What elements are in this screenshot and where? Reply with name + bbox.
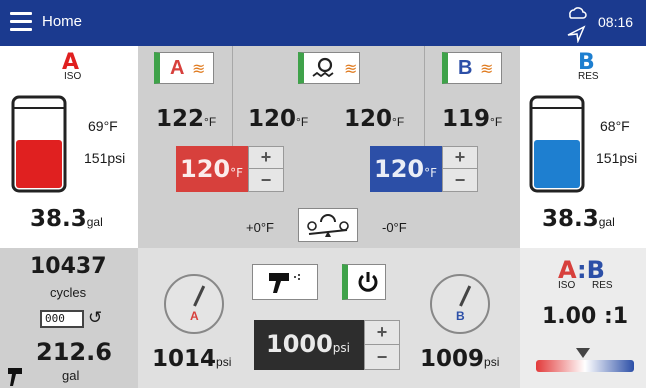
balance-icon [307, 214, 349, 237]
side-b-sub: RES [578, 71, 599, 82]
cycle-count-label: cycles [50, 285, 87, 300]
heater-a-temp: 122 [156, 106, 205, 132]
side-a-volume: 38.3 [30, 206, 87, 232]
balance-button[interactable] [298, 208, 358, 242]
heat-icon: ≋ [480, 61, 494, 78]
odometer: 000 [45, 312, 65, 325]
pump-b-pressure-unit: psi [484, 355, 500, 369]
heater-a-setpoint[interactable]: 120°F [176, 146, 248, 192]
counters-panel: 10437 cycles 000 ↺ 212.6 gal [0, 248, 138, 388]
pump-b-pressure: 1009 [420, 346, 485, 372]
heater-a-label: A [170, 57, 185, 79]
hose-temp-2: 120 [344, 106, 393, 132]
tank-b-icon [529, 95, 585, 193]
heater-a-stepper: + − [248, 146, 284, 192]
gun-button[interactable] [252, 264, 318, 300]
heaters-panel: A ≋ ≋ B ≋ 122°F 120°F 120°F 119°F 120°F … [138, 46, 520, 248]
heat-icon: ≋ [192, 61, 206, 78]
ratio-b-sub: RES [592, 280, 613, 291]
heater-b-temp-unit: °F [490, 115, 503, 129]
gauge-b-label: B [456, 309, 465, 323]
heater-b-offset: -0°F [382, 220, 407, 235]
heater-a-setpoint-value: 120 [180, 155, 231, 183]
side-a-volume-unit: gal [86, 215, 103, 229]
ratio-a-sub: ISO [558, 280, 576, 291]
hose-temp: 120 [248, 106, 297, 132]
heater-a-decrease-button[interactable]: − [249, 169, 283, 191]
tank-a-icon [11, 95, 67, 193]
side-b-volume-unit: gal [598, 215, 615, 229]
side-b-temp: 68°F [600, 118, 630, 134]
side-a-pressure: 151 [84, 150, 108, 166]
pressure-setpoint-unit: psi [332, 341, 350, 355]
side-a-panel: A ISO 69°F 151psi 38.3gal [0, 46, 138, 246]
spray-gun-icon [269, 273, 300, 293]
power-icon [358, 272, 378, 292]
heater-b-label: B [458, 57, 473, 79]
pump-a-pressure: 1014 [152, 346, 217, 372]
ratio-colon: : [577, 256, 587, 284]
ratio-value: 1.00 :1 [542, 304, 629, 329]
side-b-pressure-unit: psi [619, 150, 638, 166]
side-a-pressure-unit: psi [107, 150, 126, 166]
page-title: Home [42, 13, 83, 30]
heater-b-setpoint-value: 120 [374, 155, 425, 183]
pressure-stepper: + − [364, 320, 400, 370]
heater-b-decrease-button[interactable]: − [443, 169, 477, 191]
heat-icon: ≋ [344, 61, 358, 78]
odometer-reset-button[interactable]: 000 [40, 310, 84, 328]
pump-panel: A 1014psi 1000psi + − B 1009psi [138, 248, 520, 388]
top-bar: Home 08:16 [0, 0, 646, 46]
heater-b-stepper: + − [442, 146, 478, 192]
ratio-panel: A:B ISO RES 1.00 :1 [520, 248, 646, 388]
hose-icon [312, 57, 334, 78]
gauge-a-label: A [190, 309, 199, 323]
heater-b-setpoint-unit: °F [424, 166, 438, 180]
network-status-icon [567, 7, 587, 43]
heater-b-temp: 119 [442, 106, 491, 132]
pressure-gauge-a: A [164, 274, 224, 334]
heater-a-offset: +0°F [246, 220, 274, 235]
ratio-bar [536, 360, 634, 372]
clock: 08:16 [598, 14, 634, 30]
hose-temp-2-unit: °F [392, 115, 405, 129]
heater-b-setpoint[interactable]: 120°F [370, 146, 442, 192]
heater-b-increase-button[interactable]: + [443, 147, 477, 169]
cycle-count: 10437 [30, 254, 107, 279]
pressure-setpoint[interactable]: 1000psi [254, 320, 364, 370]
spray-gun-icon [8, 368, 22, 386]
side-a-temp: 69°F [88, 118, 118, 134]
heater-a-button[interactable]: A ≋ [154, 52, 214, 84]
side-b-volume: 38.3 [542, 206, 599, 232]
pump-a-pressure-unit: psi [216, 355, 232, 369]
reset-icon[interactable]: ↺ [88, 308, 102, 328]
ratio-marker-icon [576, 348, 590, 358]
power-button[interactable] [342, 264, 386, 300]
side-b-pressure: 151 [596, 150, 620, 166]
heater-a-setpoint-unit: °F [230, 166, 244, 180]
heater-a-temp-unit: °F [204, 115, 217, 129]
hose-temp-unit: °F [296, 115, 309, 129]
side-a-sub: ISO [64, 71, 82, 82]
heater-a-increase-button[interactable]: + [249, 147, 283, 169]
menu-icon[interactable] [10, 12, 32, 32]
pressure-increase-button[interactable]: + [365, 321, 399, 345]
pressure-setpoint-value: 1000 [266, 330, 333, 358]
pressure-decrease-button[interactable]: − [365, 345, 399, 369]
hose-heat-button[interactable]: ≋ [298, 52, 360, 84]
side-b-panel: B RES 68°F 151psi 38.3gal [520, 46, 646, 246]
pressure-gauge-b: B [430, 274, 490, 334]
gallon-count: 212.6 [36, 338, 112, 366]
heater-b-button[interactable]: B ≋ [442, 52, 502, 84]
gallon-count-label: gal [62, 368, 80, 383]
